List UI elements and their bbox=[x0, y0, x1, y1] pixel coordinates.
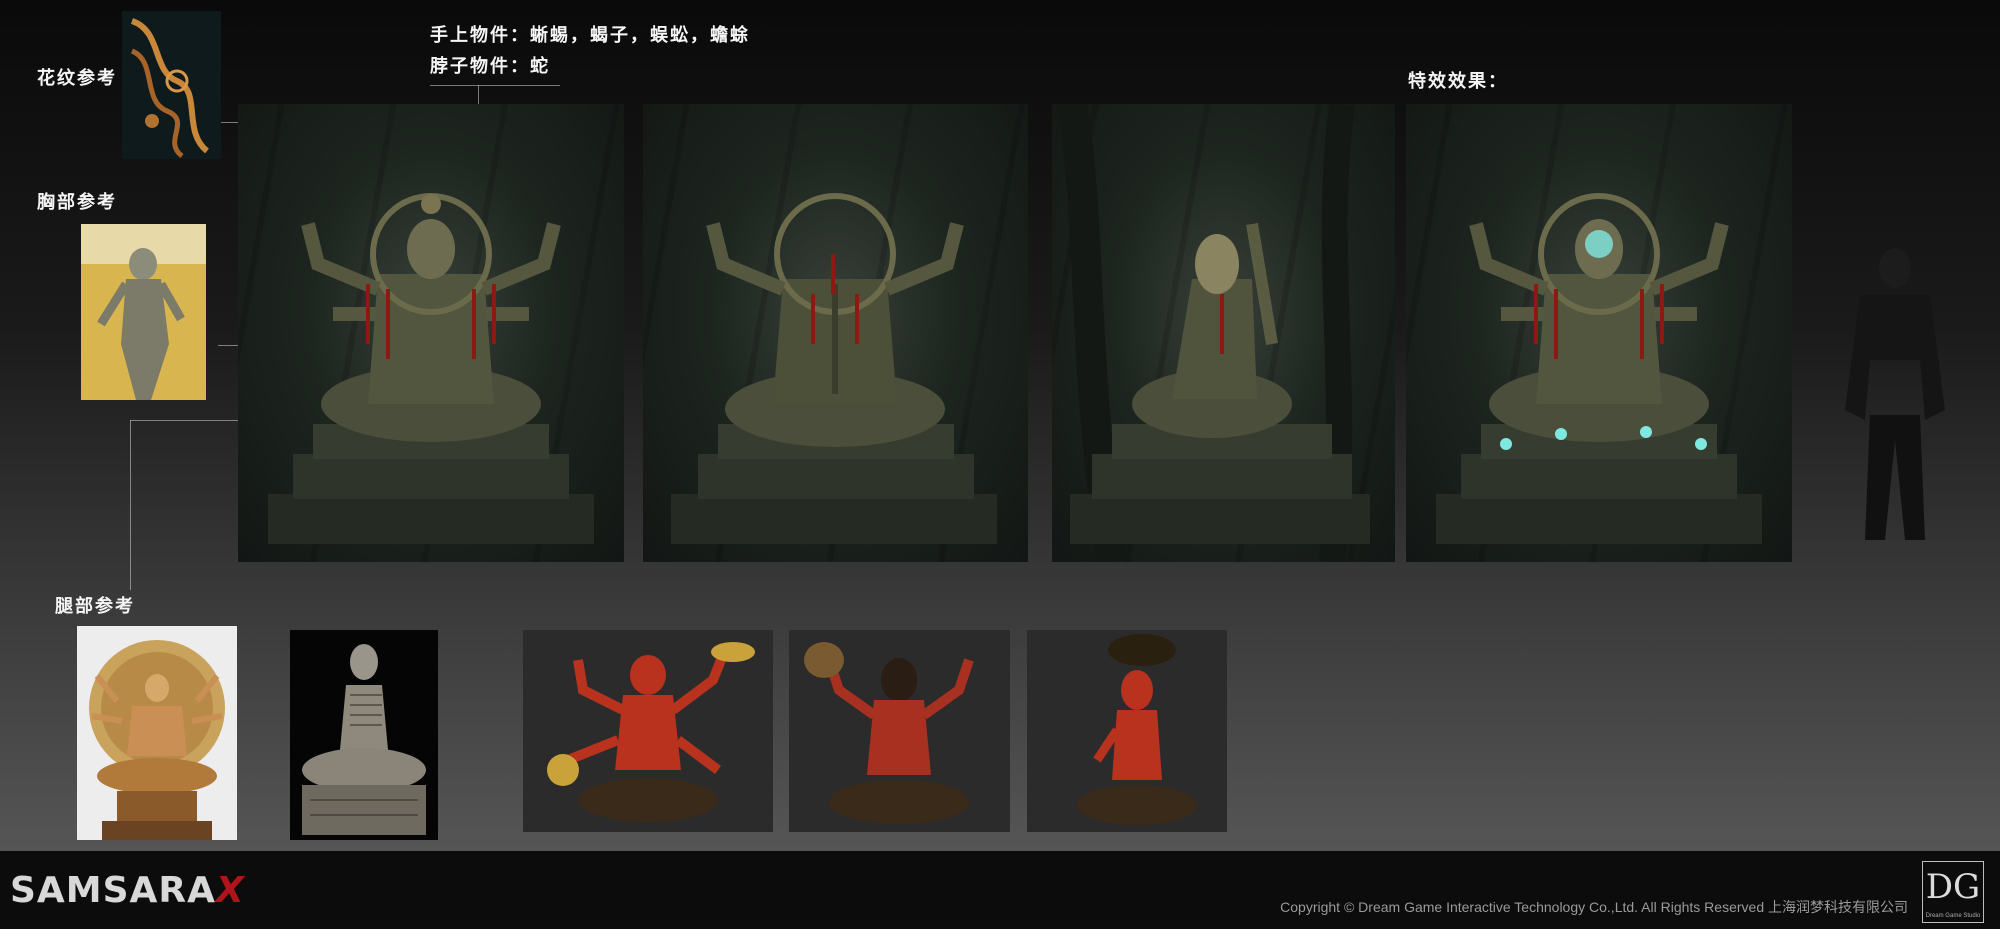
red-deity-front-icon bbox=[523, 630, 773, 832]
leg-ref-label: 腿部参考 bbox=[55, 596, 135, 617]
bronze-statue-side-icon bbox=[1057, 104, 1370, 562]
ornament-pattern-icon bbox=[122, 11, 221, 159]
statue-side-view bbox=[1052, 104, 1395, 562]
leg-reference-image-1 bbox=[77, 626, 237, 840]
neck-items-label: 脖子物件：蛇 bbox=[430, 56, 550, 77]
red-deity-side-icon bbox=[1027, 630, 1227, 832]
fasting-buddha-icon bbox=[290, 630, 438, 840]
chest-ref-label: 胸部参考 bbox=[37, 192, 117, 213]
pattern-reference-image bbox=[122, 11, 221, 159]
bronze-statue-vfx-icon bbox=[1436, 193, 1762, 544]
pattern-ref-label: 花纹参考 bbox=[37, 68, 117, 89]
player-character-icon bbox=[1845, 248, 1945, 540]
statue-front-view bbox=[238, 104, 624, 562]
red-statue-front bbox=[523, 630, 773, 832]
red-deity-back-icon bbox=[789, 630, 1010, 832]
red-statue-side bbox=[1027, 630, 1227, 832]
hand-items-label: 手上物件：蜥蜴，蝎子，蜈蚣，蟾蜍 bbox=[430, 25, 750, 46]
dg-subtitle: Dream Game Studio bbox=[1925, 913, 1981, 919]
bronze-statue-back-icon bbox=[671, 193, 997, 544]
dg-mark: DG bbox=[1925, 867, 1981, 907]
logo-text: SAMSARA bbox=[10, 870, 216, 911]
red-statue-back bbox=[789, 630, 1010, 832]
connector-line bbox=[130, 420, 131, 590]
leg-reference-image-2 bbox=[290, 630, 438, 840]
seated-deity-icon bbox=[77, 626, 237, 840]
copyright-text: Copyright © Dream Game Interactive Techn… bbox=[1280, 899, 1908, 915]
vfx-label: 特效效果： bbox=[1408, 71, 1508, 92]
samsara-logo: SAMSARAX bbox=[10, 870, 245, 911]
guardian-statue-icon bbox=[81, 224, 206, 400]
statue-vfx-view bbox=[1406, 104, 1792, 562]
bronze-statue-front-icon bbox=[268, 193, 594, 544]
character-silhouette bbox=[1815, 240, 1975, 550]
connector-line bbox=[430, 85, 560, 86]
chest-reference-image bbox=[81, 224, 206, 400]
logo-x: X bbox=[215, 870, 245, 911]
statue-back-view bbox=[643, 104, 1028, 562]
footer-bar: SAMSARAX Copyright © Dream Game Interact… bbox=[0, 851, 2000, 929]
dream-game-logo: DG Dream Game Studio bbox=[1922, 861, 1984, 923]
